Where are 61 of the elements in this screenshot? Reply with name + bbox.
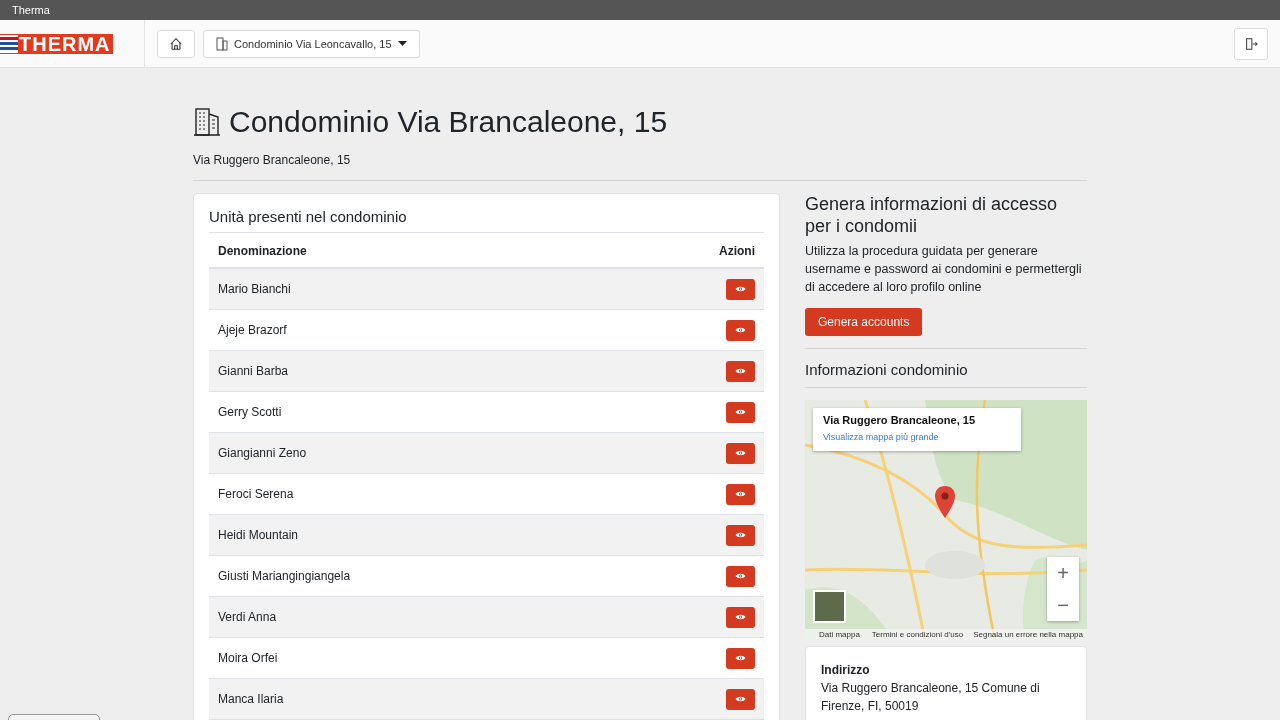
view-button[interactable] bbox=[726, 565, 755, 587]
home-button[interactable] bbox=[157, 29, 195, 58]
eye-icon bbox=[735, 326, 746, 334]
address-label: Indirizzo bbox=[821, 663, 871, 677]
unit-name: Feroci Serena bbox=[218, 487, 294, 501]
eye-icon bbox=[735, 572, 746, 580]
unit-name: Ajeje Brazorf bbox=[218, 323, 287, 337]
section-title: Genera informazioni di accesso per i condomii bbox=[805, 193, 1059, 237]
view-button[interactable] bbox=[726, 360, 755, 382]
view-button[interactable] bbox=[726, 442, 755, 464]
eye-icon bbox=[735, 285, 746, 293]
eye-icon bbox=[735, 613, 746, 621]
eye-icon bbox=[735, 367, 746, 375]
page-title: Condominio Via Brancaleone, 15 bbox=[229, 104, 668, 140]
larger-map-link[interactable]: Visualizza mappa più grande bbox=[823, 432, 939, 442]
unit-name: Giangianni Zeno bbox=[218, 446, 307, 460]
description-text: Utilizza la procedura guidata per generare username e password ai condomini e permettergli di accedere al loro profilo online bbox=[805, 243, 1083, 296]
unit-name: Giusti Mariangingiangela bbox=[218, 569, 351, 583]
generate-accounts-button[interactable]: Genera accounts bbox=[805, 308, 923, 336]
zoom-in-button[interactable]: + bbox=[1047, 557, 1079, 589]
window-title: Therma bbox=[12, 4, 50, 16]
view-button[interactable] bbox=[726, 278, 755, 300]
logout-icon bbox=[1244, 36, 1258, 51]
home-icon bbox=[169, 36, 183, 51]
view-button[interactable] bbox=[726, 688, 755, 710]
building-icon bbox=[216, 36, 228, 51]
unit-name: Gianni Barba bbox=[218, 364, 289, 378]
building-icon bbox=[193, 107, 221, 137]
unit-name: Manca Ilaria bbox=[218, 692, 284, 706]
view-button[interactable] bbox=[726, 647, 755, 669]
logo: THERMA bbox=[0, 33, 113, 54]
eye-icon bbox=[735, 531, 746, 539]
map-footer-link[interactable]: Segnala un errore nella mappa bbox=[973, 629, 1083, 640]
unit-name: Heidi Mountain bbox=[218, 528, 299, 542]
card-title: Unità presenti nel condominio bbox=[209, 208, 764, 233]
view-button[interactable] bbox=[726, 319, 755, 341]
map-footer-link[interactable]: Dati mappa bbox=[819, 629, 860, 640]
view-button[interactable] bbox=[726, 524, 755, 546]
view-button[interactable] bbox=[726, 606, 755, 628]
unit-name: Verdi Anna bbox=[218, 610, 277, 624]
section-title: Informazioni condominio bbox=[805, 349, 1087, 388]
eye-icon bbox=[735, 695, 746, 703]
map-footer-link[interactable]: Termini e condizioni d'uso bbox=[871, 629, 964, 640]
view-button[interactable] bbox=[726, 401, 755, 423]
place-title: Via Ruggero Brancaleone, 15 bbox=[823, 414, 977, 426]
column-header: Azioni bbox=[719, 244, 755, 258]
eye-icon bbox=[735, 490, 746, 498]
eye-icon bbox=[735, 449, 746, 457]
address-text: Via Ruggero Brancaleone, 15 Comune di Firenze, FI, 50019 bbox=[821, 680, 1041, 715]
caret-icon bbox=[397, 40, 407, 47]
view-button[interactable] bbox=[726, 483, 755, 505]
condominium-dropdown[interactable]: Condominio Via Leoncavallo, 15 bbox=[203, 29, 420, 58]
unit-name: Mario Bianchi bbox=[218, 282, 291, 296]
zoom-out-button[interactable]: − bbox=[1047, 589, 1079, 621]
unit-name: Gerry Scotti bbox=[218, 405, 282, 419]
logout-button[interactable] bbox=[1234, 27, 1268, 60]
eye-icon bbox=[735, 408, 746, 416]
column-header: Denominazione bbox=[218, 244, 307, 258]
page-subtitle: Via Ruggero Brancaleone, 15 bbox=[193, 153, 352, 167]
eye-icon bbox=[735, 654, 746, 662]
unit-name: Moira Orfei bbox=[218, 651, 278, 665]
